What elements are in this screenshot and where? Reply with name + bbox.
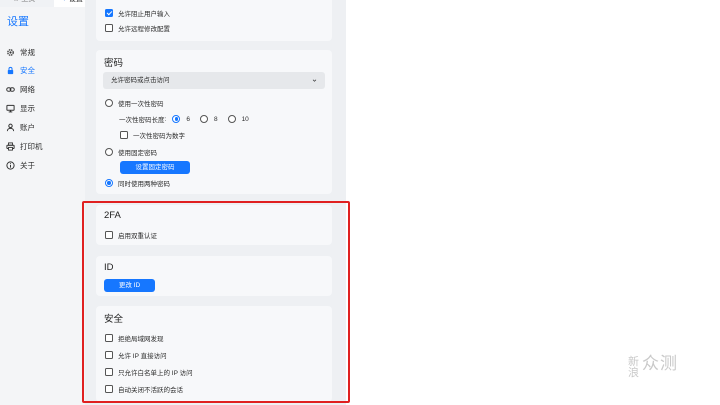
security-card: 安全 拒绝局域网发现 允许 IP 直接访问 只允许白名单上的 IP 访问 自动关… — [96, 306, 332, 402]
printer-icon — [6, 141, 15, 151]
change-id-button[interactable]: 更改 ID — [104, 279, 155, 292]
radio-label: 使用固定密码 — [118, 150, 157, 157]
permissions-card: 允许阻止用户输入 允许远程修改配置 — [96, 0, 332, 41]
checkbox[interactable] — [105, 9, 113, 17]
sidebar-item-account[interactable]: 账户 — [0, 118, 85, 136]
tab-home-label: 主页 — [21, 0, 35, 7]
twofa-card: 2FA 启用双重认证 — [96, 205, 332, 245]
sidebar-item-label: 安全 — [20, 65, 35, 75]
tab-home[interactable]: ⌂ 主页 — [14, 0, 35, 7]
sidebar-item-about[interactable]: 关于 — [0, 156, 85, 174]
checkbox[interactable] — [105, 368, 113, 376]
sidebar-item-label: 打印机 — [20, 141, 43, 151]
onetime-length-row: 一次性密码长度 : 6 8 10 — [119, 114, 249, 124]
watermark: 新 浪 众测 — [628, 354, 678, 379]
length-option-label: 8 — [213, 115, 218, 123]
enable-2fa-option[interactable]: 启用双重认证 — [105, 230, 157, 240]
deny-lan-discovery-option[interactable]: 拒绝局域网发现 — [105, 333, 164, 343]
digits-only-option[interactable]: 一次性密码为数字 — [120, 130, 185, 140]
monitor-icon — [6, 104, 15, 113]
access-mode-select[interactable]: 允许密码或点击访问 — [103, 72, 325, 89]
checkbox[interactable] — [105, 24, 113, 32]
watermark-text: 众测 — [642, 354, 678, 374]
link-icon — [6, 85, 15, 94]
radio[interactable] — [105, 148, 113, 156]
radio-onetime-password[interactable]: 使用一次性密码 — [105, 98, 164, 108]
sidebar-item-label: 显示 — [20, 103, 35, 113]
checkbox-label: 启用双重认证 — [118, 233, 157, 240]
checkbox-label: 自动关闭不活跃的会话 — [118, 387, 183, 394]
checkbox-label: 允许阻止用户输入 — [118, 11, 170, 18]
length-label: 一次性密码长度 — [119, 117, 165, 124]
ip-whitelist-option[interactable]: 只允许白名单上的 IP 访问 — [105, 367, 193, 377]
checkbox[interactable] — [105, 231, 113, 239]
sidebar: 设置 常规 安全 网络 显示 账户 打印机 关于 — [0, 7, 85, 405]
tab-settings-label: 设置 — [69, 0, 83, 7]
sidebar-item-printer[interactable]: 打印机 — [0, 137, 85, 155]
checkbox-label: 允许远程修改配置 — [118, 26, 170, 33]
id-title: ID — [104, 262, 114, 273]
home-icon: ⌂ — [14, 0, 18, 7]
checkbox[interactable] — [105, 351, 113, 359]
sidebar-item-label: 常规 — [20, 47, 35, 57]
security-title: 安全 — [104, 314, 124, 325]
length-option-label: 6 — [186, 115, 190, 123]
password-title: 密码 — [104, 58, 124, 69]
checkbox[interactable] — [105, 385, 113, 393]
settings-main: 允许阻止用户输入 允许远程修改配置 密码 允许密码或点击访问 使用一次性密码 一… — [85, 0, 720, 405]
sidebar-title: 设置 — [7, 16, 29, 28]
auto-close-sessions-option[interactable]: 自动关闭不活跃的会话 — [105, 384, 183, 394]
sidebar-item-display[interactable]: 显示 — [0, 99, 85, 117]
radio-label: 使用一次性密码 — [118, 101, 164, 108]
set-fixed-password-button[interactable]: 设置固定密码 — [120, 161, 190, 174]
length-option-label: 10 — [241, 115, 249, 123]
radio-length-10[interactable] — [227, 115, 236, 123]
radio-both-passwords[interactable]: 同时使用两种密码 — [105, 178, 170, 188]
sidebar-item-general[interactable]: 常规 — [0, 43, 85, 61]
radio-label: 同时使用两种密码 — [118, 181, 170, 188]
checkbox-label: 一次性密码为数字 — [133, 133, 185, 140]
sidebar-item-network[interactable]: 网络 — [0, 80, 85, 98]
radio[interactable] — [105, 179, 113, 187]
permission-block-input[interactable]: 允许阻止用户输入 — [105, 8, 170, 18]
radio-length-8[interactable] — [199, 115, 208, 123]
tools-icon: ✎ — [60, 0, 66, 7]
allow-direct-ip-option[interactable]: 允许 IP 直接访问 — [105, 350, 167, 360]
sidebar-item-label: 关于 — [20, 160, 35, 170]
checkbox-label: 允许 IP 直接访问 — [118, 353, 167, 360]
colon: : — [164, 115, 167, 123]
select-value: 允许密码或点击访问 — [111, 77, 170, 84]
tab-settings[interactable]: ✎ 设置 — [54, 0, 89, 7]
checkbox[interactable] — [120, 131, 128, 139]
radio-fixed-password[interactable]: 使用固定密码 — [105, 147, 157, 157]
user-icon — [6, 123, 15, 132]
checkbox-label: 拒绝局域网发现 — [118, 336, 164, 343]
password-card: 密码 允许密码或点击访问 使用一次性密码 一次性密码长度 : 6 8 10 一次… — [96, 50, 332, 194]
twofa-title: 2FA — [104, 210, 121, 221]
checkbox-label: 只允许白名单上的 IP 访问 — [118, 370, 193, 377]
id-card: ID 更改 ID — [96, 256, 332, 296]
settings-column: 允许阻止用户输入 允许远程修改配置 密码 允许密码或点击访问 使用一次性密码 一… — [85, 0, 346, 405]
sidebar-item-security[interactable]: 安全 — [0, 61, 85, 79]
radio[interactable] — [105, 99, 113, 107]
chevron-down-icon — [312, 79, 317, 82]
sidebar-item-label: 账户 — [20, 122, 35, 132]
gear-icon — [6, 48, 15, 57]
lock-icon — [6, 66, 15, 75]
sidebar-item-label: 网络 — [20, 84, 35, 94]
radio-length-6[interactable] — [172, 115, 181, 123]
info-icon — [6, 160, 15, 170]
watermark-char: 浪 — [628, 366, 640, 379]
permission-remote-config[interactable]: 允许远程修改配置 — [105, 23, 170, 33]
checkbox[interactable] — [105, 334, 113, 342]
